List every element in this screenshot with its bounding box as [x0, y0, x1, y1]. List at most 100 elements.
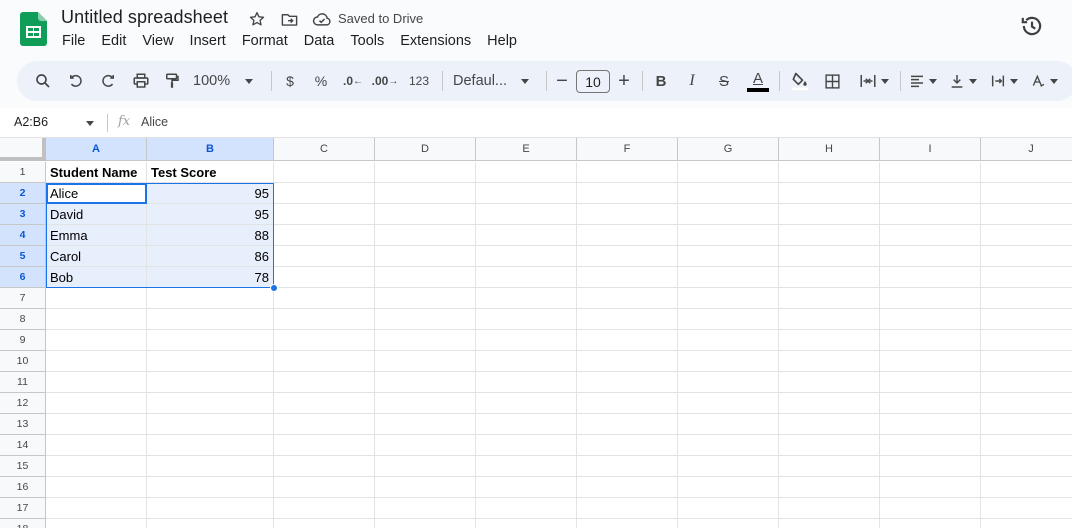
empty-cell[interactable] — [678, 246, 779, 267]
row-header-18[interactable]: 18 — [0, 519, 46, 528]
empty-cell[interactable] — [880, 372, 981, 393]
row-header-7[interactable]: 7 — [0, 288, 46, 309]
empty-cell[interactable] — [880, 435, 981, 456]
empty-cell[interactable] — [981, 267, 1072, 288]
empty-cell[interactable] — [375, 246, 476, 267]
empty-cell[interactable] — [577, 225, 678, 246]
empty-cell[interactable] — [981, 456, 1072, 477]
active-cell-text[interactable]: Alice — [48, 185, 145, 202]
empty-cell[interactable] — [46, 330, 147, 351]
row-header-6[interactable]: 6 — [0, 267, 46, 288]
empty-cell[interactable] — [981, 435, 1072, 456]
empty-cell[interactable] — [880, 330, 981, 351]
menu-format[interactable]: Format — [242, 33, 288, 49]
paint-format-icon[interactable] — [160, 61, 184, 101]
row-header-10[interactable]: 10 — [0, 351, 46, 372]
row-header-16[interactable]: 16 — [0, 477, 46, 498]
increase-font-size-icon[interactable]: + — [615, 61, 633, 101]
empty-cell[interactable] — [779, 519, 880, 528]
undo-icon[interactable] — [64, 61, 88, 101]
empty-cell[interactable] — [981, 246, 1072, 267]
empty-cell[interactable] — [274, 498, 375, 519]
empty-cell[interactable] — [981, 183, 1072, 204]
print-icon[interactable] — [129, 61, 153, 101]
empty-cell[interactable] — [577, 267, 678, 288]
empty-cell[interactable] — [375, 351, 476, 372]
empty-cell[interactable] — [577, 519, 678, 528]
empty-cell[interactable] — [981, 330, 1072, 351]
empty-cell[interactable] — [880, 162, 981, 183]
empty-cell[interactable] — [375, 204, 476, 225]
row-header-9[interactable]: 9 — [0, 330, 46, 351]
empty-cell[interactable] — [880, 393, 981, 414]
empty-cell[interactable] — [981, 372, 1072, 393]
increase-decimal-button[interactable]: .00 → — [372, 61, 399, 101]
cell-a1[interactable]: Student Name — [46, 162, 147, 183]
empty-cell[interactable] — [147, 456, 274, 477]
column-header-d[interactable]: D — [375, 138, 476, 161]
empty-cell[interactable] — [779, 456, 880, 477]
empty-cell[interactable] — [375, 498, 476, 519]
menu-file[interactable]: File — [62, 33, 85, 49]
empty-cell[interactable] — [147, 330, 274, 351]
empty-cell[interactable] — [274, 519, 375, 528]
cell-b5[interactable]: 86 — [147, 246, 274, 267]
empty-cell[interactable] — [678, 351, 779, 372]
format-currency-button[interactable]: $ — [279, 61, 301, 101]
empty-cell[interactable] — [779, 330, 880, 351]
empty-cell[interactable] — [678, 435, 779, 456]
formula-input[interactable]: Alice — [141, 115, 168, 129]
empty-cell[interactable] — [779, 309, 880, 330]
empty-cell[interactable] — [274, 309, 375, 330]
empty-cell[interactable] — [577, 435, 678, 456]
empty-cell[interactable] — [476, 435, 577, 456]
empty-cell[interactable] — [981, 351, 1072, 372]
empty-cell[interactable] — [678, 456, 779, 477]
cell-b4[interactable]: 88 — [147, 225, 274, 246]
empty-cell[interactable] — [46, 435, 147, 456]
document-title[interactable]: Untitled spreadsheet — [61, 7, 228, 28]
more-formats-button[interactable]: 123 — [406, 61, 432, 101]
empty-cell[interactable] — [274, 225, 375, 246]
empty-cell[interactable] — [476, 351, 577, 372]
empty-cell[interactable] — [880, 225, 981, 246]
empty-cell[interactable] — [476, 267, 577, 288]
cell-a5[interactable]: Carol — [46, 246, 147, 267]
empty-cell[interactable] — [981, 288, 1072, 309]
borders-icon[interactable] — [820, 61, 844, 101]
empty-cell[interactable] — [476, 204, 577, 225]
empty-cell[interactable] — [981, 393, 1072, 414]
empty-cell[interactable] — [375, 456, 476, 477]
empty-cell[interactable] — [577, 414, 678, 435]
empty-cell[interactable] — [46, 477, 147, 498]
empty-cell[interactable] — [147, 435, 274, 456]
empty-cell[interactable] — [476, 456, 577, 477]
empty-cell[interactable] — [147, 519, 274, 528]
empty-cell[interactable] — [375, 225, 476, 246]
empty-cell[interactable] — [274, 267, 375, 288]
empty-cell[interactable] — [577, 498, 678, 519]
menu-insert[interactable]: Insert — [190, 33, 226, 49]
empty-cell[interactable] — [779, 204, 880, 225]
font-size-input[interactable]: 10 — [576, 70, 610, 93]
empty-cell[interactable] — [476, 393, 577, 414]
empty-cell[interactable] — [678, 309, 779, 330]
empty-cell[interactable] — [779, 351, 880, 372]
cell-b6[interactable]: 78 — [147, 267, 274, 288]
empty-cell[interactable] — [981, 225, 1072, 246]
empty-cell[interactable] — [880, 246, 981, 267]
row-header-2[interactable]: 2 — [0, 183, 46, 204]
empty-cell[interactable] — [577, 309, 678, 330]
horizontal-align-button[interactable] — [906, 61, 940, 101]
row-header-13[interactable]: 13 — [0, 414, 46, 435]
column-header-g[interactable]: G — [678, 138, 779, 161]
format-percent-button[interactable]: % — [310, 61, 332, 101]
empty-cell[interactable] — [577, 456, 678, 477]
bold-button[interactable]: B — [651, 61, 671, 101]
empty-cell[interactable] — [577, 246, 678, 267]
empty-cell[interactable] — [880, 519, 981, 528]
empty-cell[interactable] — [147, 477, 274, 498]
empty-cell[interactable] — [375, 309, 476, 330]
empty-cell[interactable] — [678, 267, 779, 288]
empty-cell[interactable] — [274, 435, 375, 456]
